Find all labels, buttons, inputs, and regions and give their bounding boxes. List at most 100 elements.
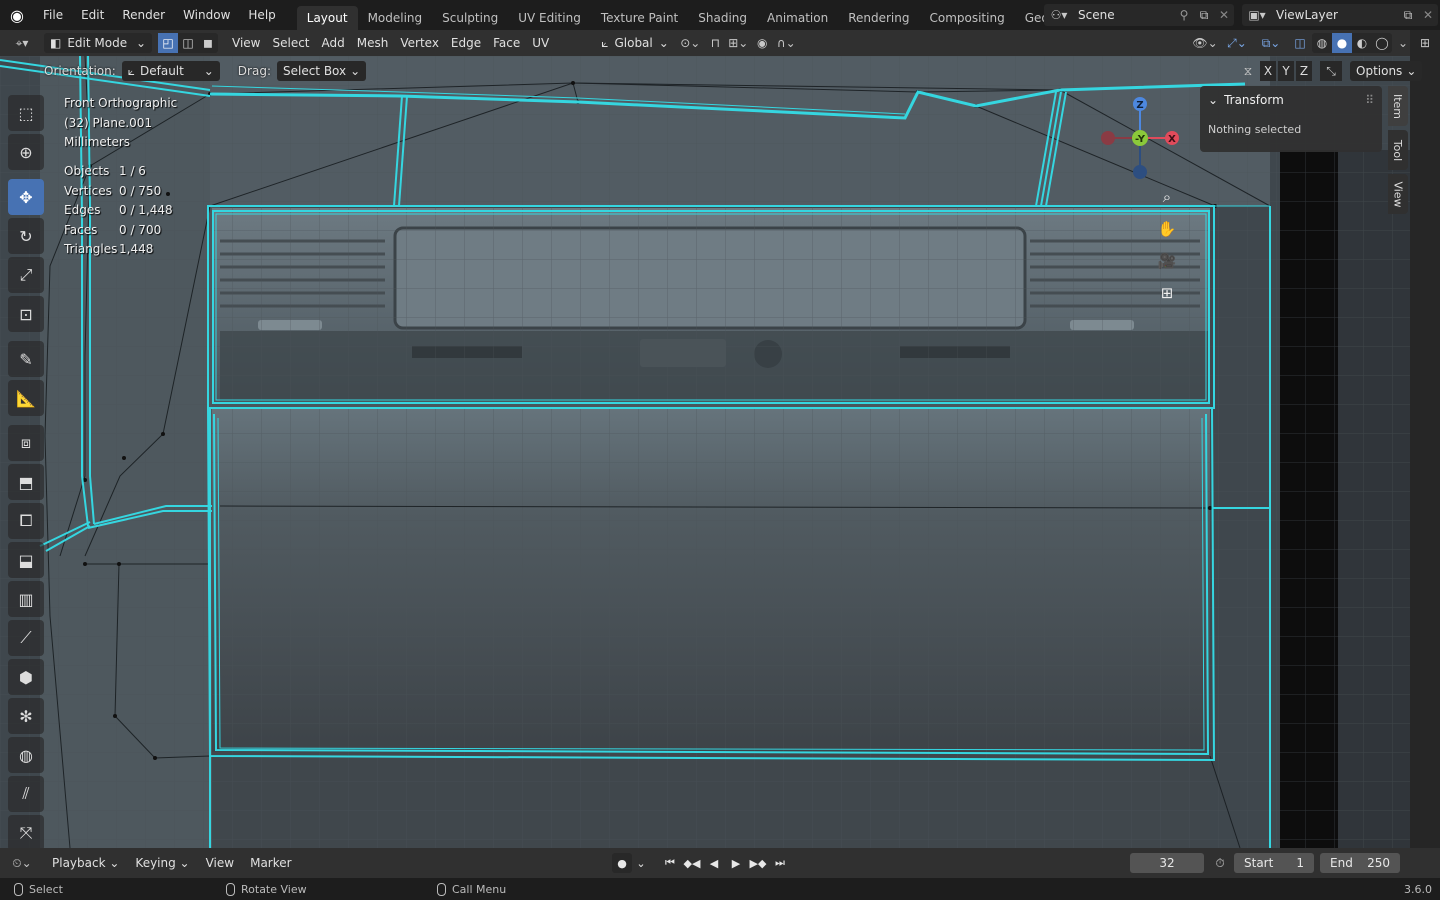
camera-view-icon[interactable]: 🎥 <box>1153 247 1181 275</box>
record-icon[interactable]: ● <box>612 853 632 873</box>
poly-build-tool-icon[interactable]: ⬢ <box>8 659 44 695</box>
orientation-dropdown[interactable]: ⟀ Default ⌄ <box>121 61 220 81</box>
next-keyframe-icon[interactable]: ▶◆ <box>748 853 768 873</box>
current-frame-field[interactable]: 32 <box>1130 853 1204 873</box>
mode-selector[interactable]: ◧ Edit Mode ⌄ <box>44 33 152 53</box>
transform-orientation-selector[interactable]: ⟀ Global ⌄ <box>595 33 675 53</box>
transform-section-header[interactable]: ⌄ Transform ⠿ <box>1200 86 1382 114</box>
snap-target-icon[interactable]: ⊞⌄ <box>725 36 751 50</box>
spin-tool-icon[interactable]: ✻ <box>8 698 44 734</box>
remove-viewlayer-icon[interactable]: ✕ <box>1418 8 1438 22</box>
rotate-tool-icon[interactable]: ↻ <box>8 218 44 254</box>
prev-keyframe-icon[interactable]: ◆◀ <box>682 853 702 873</box>
transform-tool-icon[interactable]: ⊡ <box>8 296 44 332</box>
menu-vertex[interactable]: Vertex <box>394 33 445 53</box>
neg-x-axis-icon[interactable] <box>1101 131 1115 145</box>
menu-mesh[interactable]: Mesh <box>351 33 395 53</box>
navigation-gizmo[interactable]: Z X -Y <box>1095 95 1185 185</box>
solid-shading-icon[interactable]: ● <box>1332 33 1352 53</box>
pan-hand-icon[interactable]: ✋ <box>1153 215 1181 243</box>
timeline-editor-type-icon[interactable]: ⏲⌄ <box>0 856 44 871</box>
tab-rendering[interactable]: Rendering <box>838 6 919 30</box>
cursor-tool-icon[interactable]: ⊕ <box>8 134 44 170</box>
menu-file[interactable]: File <box>34 4 72 26</box>
proportional-edit-icon[interactable]: ◉ <box>751 36 773 50</box>
topology-mirror-icon[interactable]: ⤡ <box>1320 61 1342 81</box>
loop-cut-tool-icon[interactable]: ▥ <box>8 581 44 617</box>
menu-add[interactable]: Add <box>316 33 351 53</box>
3d-viewport[interactable] <box>0 56 1410 848</box>
material-shading-icon[interactable]: ◐ <box>1352 33 1372 53</box>
menu-edge[interactable]: Edge <box>445 33 487 53</box>
menu-edit[interactable]: Edit <box>72 4 113 26</box>
new-viewlayer-icon[interactable]: ⧉ <box>1398 8 1418 23</box>
tab-texture-paint[interactable]: Texture Paint <box>591 6 688 30</box>
tab-tool[interactable]: Tool <box>1388 130 1408 170</box>
preview-range-icon[interactable]: ⏱ <box>1210 853 1230 873</box>
editor-type-icon[interactable]: ⌖▾ <box>0 36 44 51</box>
start-frame-field[interactable]: Start 1 <box>1234 853 1314 873</box>
menu-uv[interactable]: UV <box>526 33 555 53</box>
knife-tool-icon[interactable]: ⟋ <box>8 620 44 656</box>
smooth-tool-icon[interactable]: ◍ <box>8 737 44 773</box>
tab-animation[interactable]: Animation <box>757 6 838 30</box>
options-dropdown[interactable]: Options ⌄ <box>1350 61 1423 81</box>
shading-options-icon[interactable]: ⌄ <box>1396 36 1410 50</box>
select-box-tool-icon[interactable]: ⬚ <box>8 95 44 131</box>
falloff-icon[interactable]: ∩⌄ <box>773 36 799 50</box>
jump-start-icon[interactable]: ⏮ <box>660 853 680 873</box>
viewlayer-selector[interactable]: ▣▾ ViewLayer ⧉ ✕ <box>1242 4 1438 26</box>
annotate-tool-icon[interactable]: ✎ <box>8 341 44 377</box>
scale-tool-icon[interactable]: ⤢ <box>8 257 44 293</box>
axis-z-toggle[interactable]: Z <box>1296 61 1312 81</box>
new-scene-icon[interactable]: ⧉ <box>1194 8 1214 23</box>
tab-compositing[interactable]: Compositing <box>919 6 1014 30</box>
rendered-shading-icon[interactable]: ◯ <box>1372 33 1392 53</box>
tab-view[interactable]: View <box>1388 174 1408 214</box>
end-frame-field[interactable]: End 250 <box>1320 853 1400 873</box>
overlay-toggle-icon[interactable]: ⧉⌄ <box>1254 36 1288 51</box>
tab-sculpting[interactable]: Sculpting <box>432 6 508 30</box>
menu-view[interactable]: View <box>226 33 266 53</box>
menu-help[interactable]: Help <box>239 4 284 26</box>
menu-select[interactable]: Select <box>266 33 315 53</box>
menu-render[interactable]: Render <box>113 4 174 26</box>
pin-icon[interactable]: ⚲ <box>1174 8 1194 22</box>
shrink-fatten-tool-icon[interactable]: ⤧ <box>8 815 44 851</box>
keying-menu[interactable]: Keying ⌄ <box>127 853 197 873</box>
add-cube-tool-icon[interactable]: ⧈ <box>8 425 44 461</box>
vertex-select-icon[interactable]: ◰ <box>158 33 178 53</box>
scene-selector[interactable]: ⚇▾ Scene ⚲ ⧉ ✕ <box>1044 4 1234 26</box>
axis-y-toggle[interactable]: Y <box>1278 61 1294 81</box>
inset-tool-icon[interactable]: ⧠ <box>8 503 44 539</box>
marker-menu[interactable]: Marker <box>242 853 299 873</box>
tab-uv-editing[interactable]: UV Editing <box>508 6 591 30</box>
face-select-icon[interactable]: ◼ <box>198 33 218 53</box>
play-icon[interactable]: ▶ <box>726 853 746 873</box>
tab-layout[interactable]: Layout <box>296 6 358 30</box>
measure-tool-icon[interactable]: 📐 <box>8 380 44 416</box>
bevel-tool-icon[interactable]: ⬓ <box>8 542 44 578</box>
drag-dropdown[interactable]: Select Box ⌄ <box>276 61 367 81</box>
play-reverse-icon[interactable]: ◀ <box>704 853 724 873</box>
edge-slide-tool-icon[interactable]: ⫽ <box>8 776 44 812</box>
record-options-icon[interactable]: ⌄ <box>634 853 648 873</box>
tab-modeling[interactable]: Modeling <box>358 6 433 30</box>
gizmo-toggle-icon[interactable]: ⤢⌄ <box>1220 36 1254 51</box>
axis-x-toggle[interactable]: X <box>1260 61 1276 81</box>
snap-icon[interactable]: ⊓ <box>705 36 725 50</box>
outliner-toggle-icon[interactable]: ⊞ <box>1410 30 1440 56</box>
tab-shading[interactable]: Shading <box>688 6 757 30</box>
extrude-tool-icon[interactable]: ⬒ <box>8 464 44 500</box>
wireframe-shading-icon[interactable]: ◍ <box>1312 33 1332 53</box>
playback-menu[interactable]: Playback ⌄ <box>44 853 127 873</box>
visibility-icon[interactable]: 👁⌄ <box>1190 36 1220 50</box>
menu-face[interactable]: Face <box>487 33 526 53</box>
ortho-grid-icon[interactable]: ⊞ <box>1153 279 1181 307</box>
timeline-view-menu[interactable]: View <box>198 853 242 873</box>
drag-handle-icon[interactable]: ⠿ <box>1365 86 1382 114</box>
move-tool-icon[interactable]: ✥ <box>8 179 44 215</box>
pivot-point-icon[interactable]: ⊙⌄ <box>675 36 705 50</box>
tab-item[interactable]: Item <box>1388 86 1408 126</box>
menu-window[interactable]: Window <box>174 4 239 26</box>
